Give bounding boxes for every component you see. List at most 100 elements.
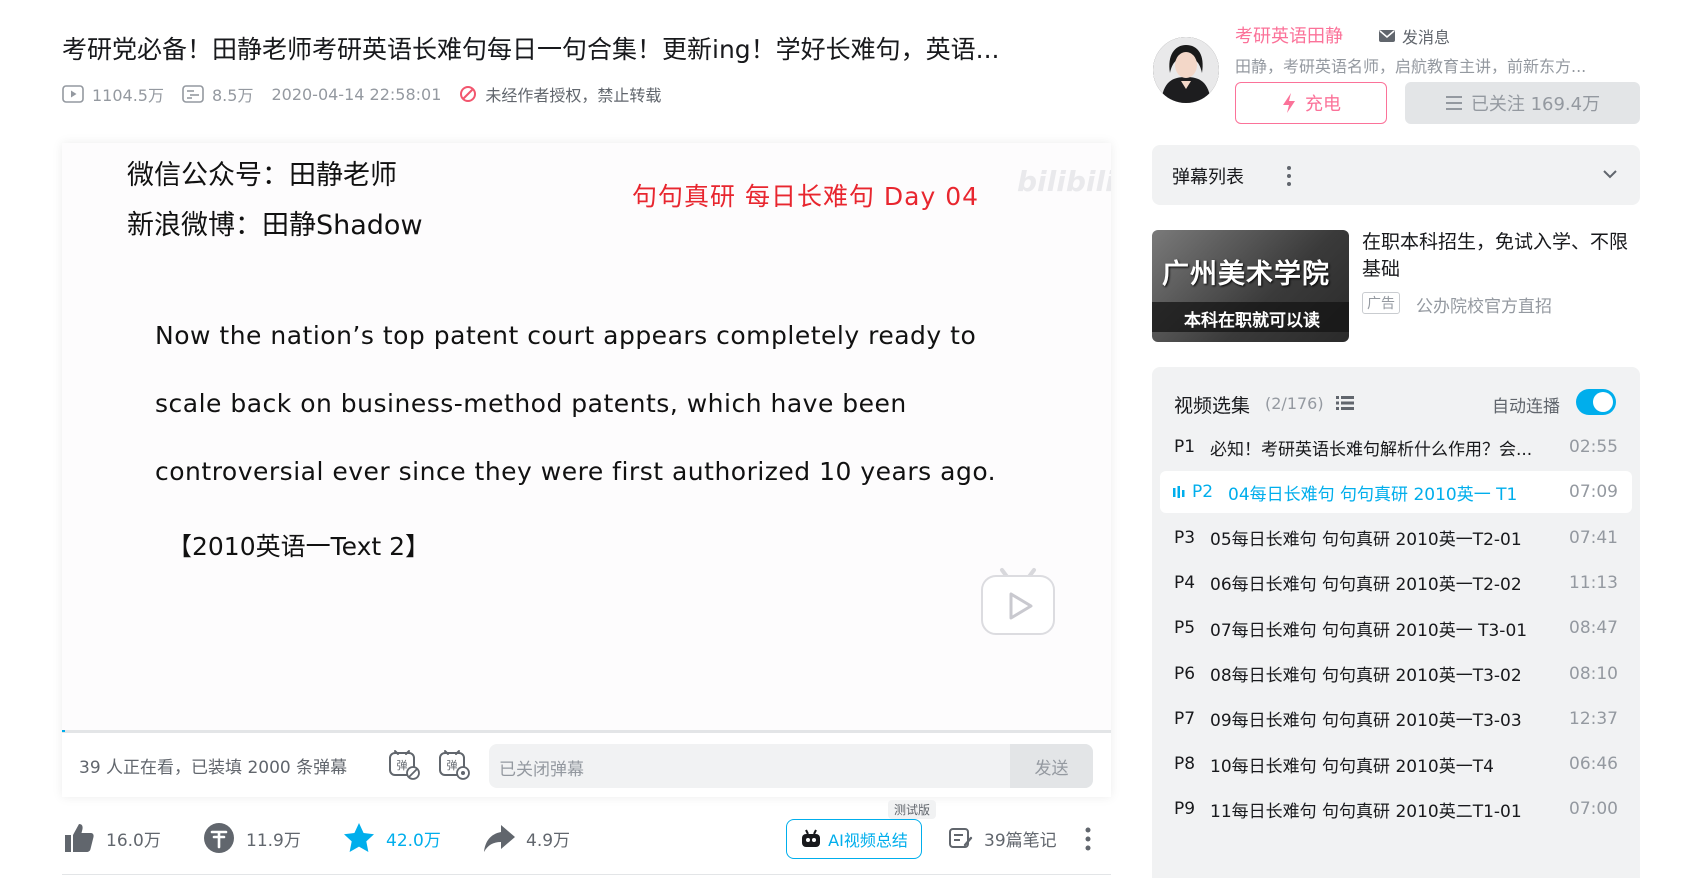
- autoplay-toggle-knob: [1593, 392, 1613, 412]
- views-count: 1104.5万: [92, 86, 164, 105]
- toolbar-divider: [62, 874, 1111, 875]
- episode-item[interactable]: P5 07每日长难句 句句真研 2010英一 T3-01 08:47: [1160, 607, 1632, 649]
- episode-number: P8: [1174, 754, 1196, 775]
- play-count-icon: [62, 85, 84, 103]
- play-button-icon[interactable]: [978, 562, 1058, 640]
- svg-text:弹: 弹: [397, 758, 408, 772]
- episode-title: 09每日长难句 句句真研 2010英一T3-03: [1210, 711, 1522, 732]
- episode-duration: 08:47: [1569, 618, 1618, 639]
- sentence-line: controversial ever since they were first…: [155, 457, 997, 486]
- danmaku-list-title: 弹幕列表: [1172, 167, 1244, 188]
- episode-duration: 02:55: [1569, 437, 1618, 457]
- ad-title[interactable]: 在职本科招生，免试入学、不限基础: [1362, 229, 1644, 283]
- notes-icon: [949, 828, 973, 848]
- vertical-dots-icon[interactable]: [1284, 165, 1294, 187]
- episode-number: P3: [1174, 527, 1196, 548]
- uploader-description: 田静，考研英语名师，启航教育主讲，前新东方...: [1235, 57, 1587, 76]
- danmaku-list-header[interactable]: 弹幕列表: [1152, 145, 1640, 205]
- menu-lines-icon: [1445, 96, 1462, 110]
- episode-item[interactable]: P3 05每日长难句 句句真研 2010英一T2-01 07:41: [1160, 517, 1632, 559]
- svg-text:弹: 弹: [447, 758, 458, 772]
- send-message-label: 发消息: [1402, 28, 1451, 47]
- episode-number: P5: [1174, 618, 1196, 639]
- episode-title: 04每日长难句 句句真研 2010英一 T1: [1228, 484, 1518, 505]
- episode-number: P4: [1174, 572, 1196, 593]
- playlist-panel: 视频选集 (2/176) 自动连播 P1 必知！考研英语长难句解析什么作用？会..…: [1152, 367, 1640, 878]
- danmaku-bar: 39 人正在看，已装填 2000 条弹幕 弹 弹 已关闭弹幕 发送: [62, 732, 1111, 797]
- episode-number: P1: [1174, 437, 1196, 457]
- ad-badge: 广告: [1362, 292, 1400, 314]
- ad-image[interactable]: 广州美术学院 本科在职就可以读: [1152, 230, 1349, 342]
- ai-summary-label: AI视频总结: [828, 831, 908, 850]
- now-playing-icon: [1173, 486, 1185, 499]
- episode-item[interactable]: P9 11每日长难句 句句真研 2010英二T1-01 07:00: [1160, 788, 1632, 830]
- episode-number: P2: [1192, 482, 1214, 503]
- episode-item[interactable]: P2 04每日长难句 句句真研 2010英一 T1 07:09: [1160, 471, 1632, 514]
- episode-number: P9: [1174, 799, 1196, 820]
- chevron-down-icon[interactable]: [1602, 167, 1618, 181]
- episode-duration: 11:13: [1569, 572, 1618, 593]
- coin-button[interactable]: 11.9万: [202, 813, 301, 863]
- playlist-count: (2/176): [1265, 394, 1324, 413]
- views-stat: 1104.5万: [62, 82, 164, 106]
- video-meta-row: 1104.5万 8.5万 2020-04-14 22:58:01 未经作者授权，…: [62, 80, 679, 108]
- weibo-caption: 新浪微博：田静Shadow: [127, 210, 423, 241]
- episode-duration: 06:46: [1569, 754, 1618, 775]
- copyright-text: 未经作者授权，禁止转载: [485, 86, 662, 105]
- episode-item[interactable]: P1 必知！考研英语长难句解析什么作用？会... 02:55: [1160, 426, 1632, 468]
- autoplay-toggle[interactable]: [1576, 389, 1616, 415]
- episode-duration: 07:41: [1569, 527, 1618, 548]
- playlist-title: 视频选集: [1174, 395, 1251, 417]
- video-toolbar: 16.0万 11.9万 42.0万 4.9万 AI视频总结 测试版 39篇笔记: [62, 800, 1111, 863]
- share-arrow-icon: [484, 825, 515, 852]
- avatar-portrait-icon: [1153, 37, 1219, 103]
- episode-duration: 12:37: [1569, 708, 1618, 729]
- ai-summary-button[interactable]: AI视频总结: [786, 819, 922, 859]
- follow-button[interactable]: 已关注 169.4万: [1405, 82, 1640, 124]
- uploader-name[interactable]: 考研英语田静: [1235, 22, 1343, 48]
- more-options-icon[interactable]: [1083, 826, 1093, 852]
- episode-item[interactable]: P4 06每日长难句 句句真研 2010英一T2-02 11:13: [1160, 562, 1632, 604]
- episode-item[interactable]: P7 09每日长难句 句句真研 2010英一T3-03 12:37: [1160, 698, 1632, 740]
- copyright-notice: 未经作者授权，禁止转载: [459, 82, 661, 106]
- sentence-line: scale back on business-method patents, w…: [155, 389, 907, 418]
- follow-label: 已关注 169.4万: [1470, 94, 1601, 115]
- sentence-line: Now the nation’s top patent court appear…: [155, 321, 977, 350]
- viewers-text: 39 人正在看，已装填 2000 条弹幕: [79, 758, 348, 778]
- danmaku-settings-icon[interactable]: 弹: [437, 747, 471, 781]
- episode-title: 11每日长难句 句句真研 2010英二T1-01: [1210, 801, 1522, 822]
- episode-number: P6: [1174, 663, 1196, 684]
- danmaku-input-placeholder: 已关闭弹幕: [499, 760, 584, 780]
- list-view-icon[interactable]: [1335, 395, 1355, 411]
- notes-button[interactable]: 39篇笔记: [948, 813, 1057, 863]
- beta-badge: 测试版: [888, 800, 937, 819]
- episode-item[interactable]: P8 10每日长难句 句句真研 2010英一T4 06:46: [1160, 743, 1632, 785]
- episode-title: 05每日长难句 句句真研 2010英一T2-01: [1210, 530, 1522, 551]
- wechat-caption: 微信公众号：田静老师: [127, 160, 397, 191]
- episode-title: 08每日长难句 句句真研 2010英一T3-02: [1210, 666, 1522, 686]
- danmaku-input[interactable]: 已关闭弹幕 发送: [489, 744, 1093, 788]
- episode-item[interactable]: P6 08每日长难句 句句真研 2010英一T3-02 08:10: [1160, 653, 1632, 695]
- favorite-button[interactable]: 42.0万: [342, 813, 441, 863]
- ad-image-subtitle: 本科在职就可以读: [1184, 311, 1320, 331]
- thumbs-up-icon: [65, 824, 94, 852]
- episode-duration: 07:09: [1569, 482, 1618, 503]
- episode-duration: 08:10: [1569, 663, 1618, 684]
- favorite-count: 42.0万: [386, 830, 441, 851]
- episode-title: 10每日长难句 句句真研 2010英一T4: [1210, 756, 1494, 777]
- danmaku-stat: 8.5万: [182, 82, 253, 106]
- send-danmaku-button[interactable]: 发送: [1010, 744, 1093, 788]
- video-player[interactable]: 微信公众号：田静老师 新浪微博：田静Shadow 句句真研 每日长难句 Day …: [62, 143, 1111, 797]
- send-message-link[interactable]: 发消息: [1378, 24, 1450, 48]
- coin-count: 11.9万: [246, 830, 301, 851]
- danmaku-toggle-icon[interactable]: 弹: [387, 747, 421, 781]
- uploader-avatar[interactable]: [1153, 37, 1219, 103]
- episode-title: 必知！考研英语长难句解析什么作用？会...: [1210, 439, 1533, 460]
- danmaku-count: 8.5万: [212, 86, 254, 105]
- episode-title: 07每日长难句 句句真研 2010英一 T3-01: [1210, 620, 1528, 641]
- share-button[interactable]: 4.9万: [482, 813, 570, 863]
- charge-button[interactable]: 充电: [1235, 82, 1387, 124]
- video-frame[interactable]: 微信公众号：田静老师 新浪微博：田静Shadow 句句真研 每日长难句 Day …: [62, 143, 1111, 732]
- like-button[interactable]: 16.0万: [62, 813, 161, 863]
- autoplay-label: 自动连播: [1492, 397, 1560, 417]
